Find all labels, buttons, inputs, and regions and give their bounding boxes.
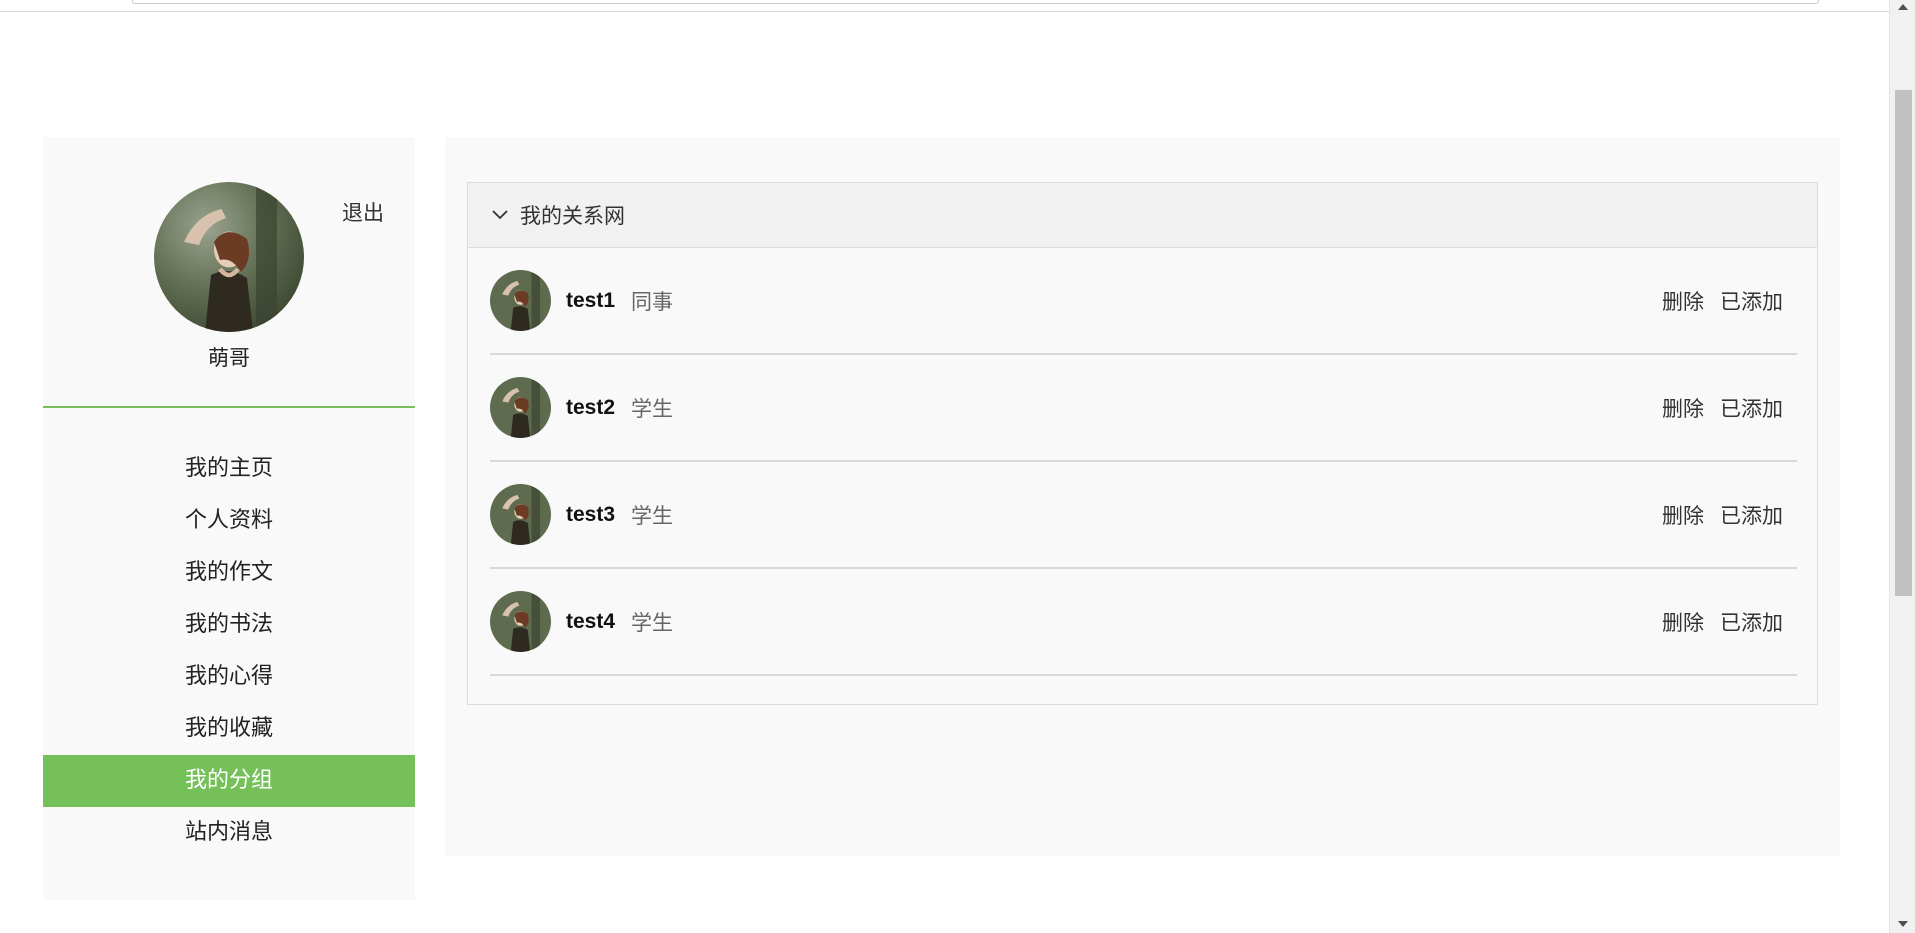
contact-name: test2 [566, 395, 616, 419]
avatar[interactable] [154, 182, 304, 332]
scroll-up-icon[interactable] [1898, 4, 1908, 10]
top-strip [0, 0, 1889, 12]
row-actions: 删除 已添加 [1662, 248, 1783, 353]
row-actions: 删除 已添加 [1662, 569, 1783, 674]
scroll-down-icon[interactable] [1898, 921, 1908, 927]
sidebar-item-favorites[interactable]: 我的收藏 [43, 703, 415, 755]
contact-name: test4 [566, 609, 616, 633]
contact-name: test1 [566, 288, 616, 312]
contact-tag: 学生 [631, 503, 674, 528]
page: 退出 萌哥 我的主页 个人资料 我的作文 我的书法 我的心得 我的收藏 我的分组… [0, 0, 1915, 933]
contact-tag: 学生 [631, 610, 674, 635]
sidebar-divider [43, 406, 415, 408]
sidebar-nav: 我的主页 个人资料 我的作文 我的书法 我的心得 我的收藏 我的分组 站内消息 [43, 443, 415, 859]
sidebar-item-calligraphy[interactable]: 我的书法 [43, 599, 415, 651]
list-item: test1 同事 删除 已添加 [490, 248, 1797, 355]
row-actions: 删除 已添加 [1662, 355, 1783, 460]
delete-button[interactable]: 删除 [1662, 500, 1704, 530]
contact-list: test1 同事 删除 已添加 test2 学生 删除 已添加 test3 学生… [490, 248, 1797, 676]
avatar[interactable] [490, 270, 551, 331]
logout-link[interactable]: 退出 [342, 197, 384, 227]
contact-tag: 学生 [631, 396, 674, 421]
scroll-thumb[interactable] [1895, 90, 1912, 596]
sidebar-item-groups[interactable]: 我的分组 [43, 755, 415, 807]
avatar[interactable] [490, 484, 551, 545]
sidebar-item-essays[interactable]: 我的作文 [43, 547, 415, 599]
avatar-photo-icon [490, 484, 551, 545]
contact-tag: 同事 [631, 289, 674, 314]
scrollbar[interactable] [1889, 0, 1915, 933]
main-content: 我的关系网 test1 同事 删除 已添加 test2 学生 删除 已添加 te… [445, 137, 1840, 856]
avatar-photo-icon [154, 182, 304, 332]
list-item: test3 学生 删除 已添加 [490, 462, 1797, 569]
chevron-down-icon [492, 210, 508, 220]
delete-button[interactable]: 删除 [1662, 393, 1704, 423]
sidebar-item-messages[interactable]: 站内消息 [43, 807, 415, 859]
contact-name: test3 [566, 502, 616, 526]
avatar[interactable] [490, 591, 551, 652]
avatar-photo-icon [490, 377, 551, 438]
added-button[interactable]: 已添加 [1720, 393, 1783, 423]
avatar-photo-icon [490, 591, 551, 652]
sidebar-item-insights[interactable]: 我的心得 [43, 651, 415, 703]
top-search-input[interactable] [132, 0, 1819, 4]
avatar-photo-icon [490, 270, 551, 331]
delete-button[interactable]: 删除 [1662, 286, 1704, 316]
list-item: test2 学生 删除 已添加 [490, 355, 1797, 462]
sidebar-item-home[interactable]: 我的主页 [43, 443, 415, 495]
added-button[interactable]: 已添加 [1720, 500, 1783, 530]
sidebar: 退出 萌哥 我的主页 个人资料 我的作文 我的书法 我的心得 我的收藏 我的分组… [43, 137, 415, 900]
relationship-panel: 我的关系网 test1 同事 删除 已添加 test2 学生 删除 已添加 te… [467, 182, 1818, 705]
avatar[interactable] [490, 377, 551, 438]
delete-button[interactable]: 删除 [1662, 607, 1704, 637]
panel-header[interactable]: 我的关系网 [468, 183, 1817, 248]
username: 萌哥 [208, 346, 250, 370]
list-item: test4 学生 删除 已添加 [490, 569, 1797, 676]
panel-title: 我的关系网 [520, 204, 625, 228]
row-actions: 删除 已添加 [1662, 462, 1783, 567]
added-button[interactable]: 已添加 [1720, 607, 1783, 637]
sidebar-item-profile[interactable]: 个人资料 [43, 495, 415, 547]
added-button[interactable]: 已添加 [1720, 286, 1783, 316]
